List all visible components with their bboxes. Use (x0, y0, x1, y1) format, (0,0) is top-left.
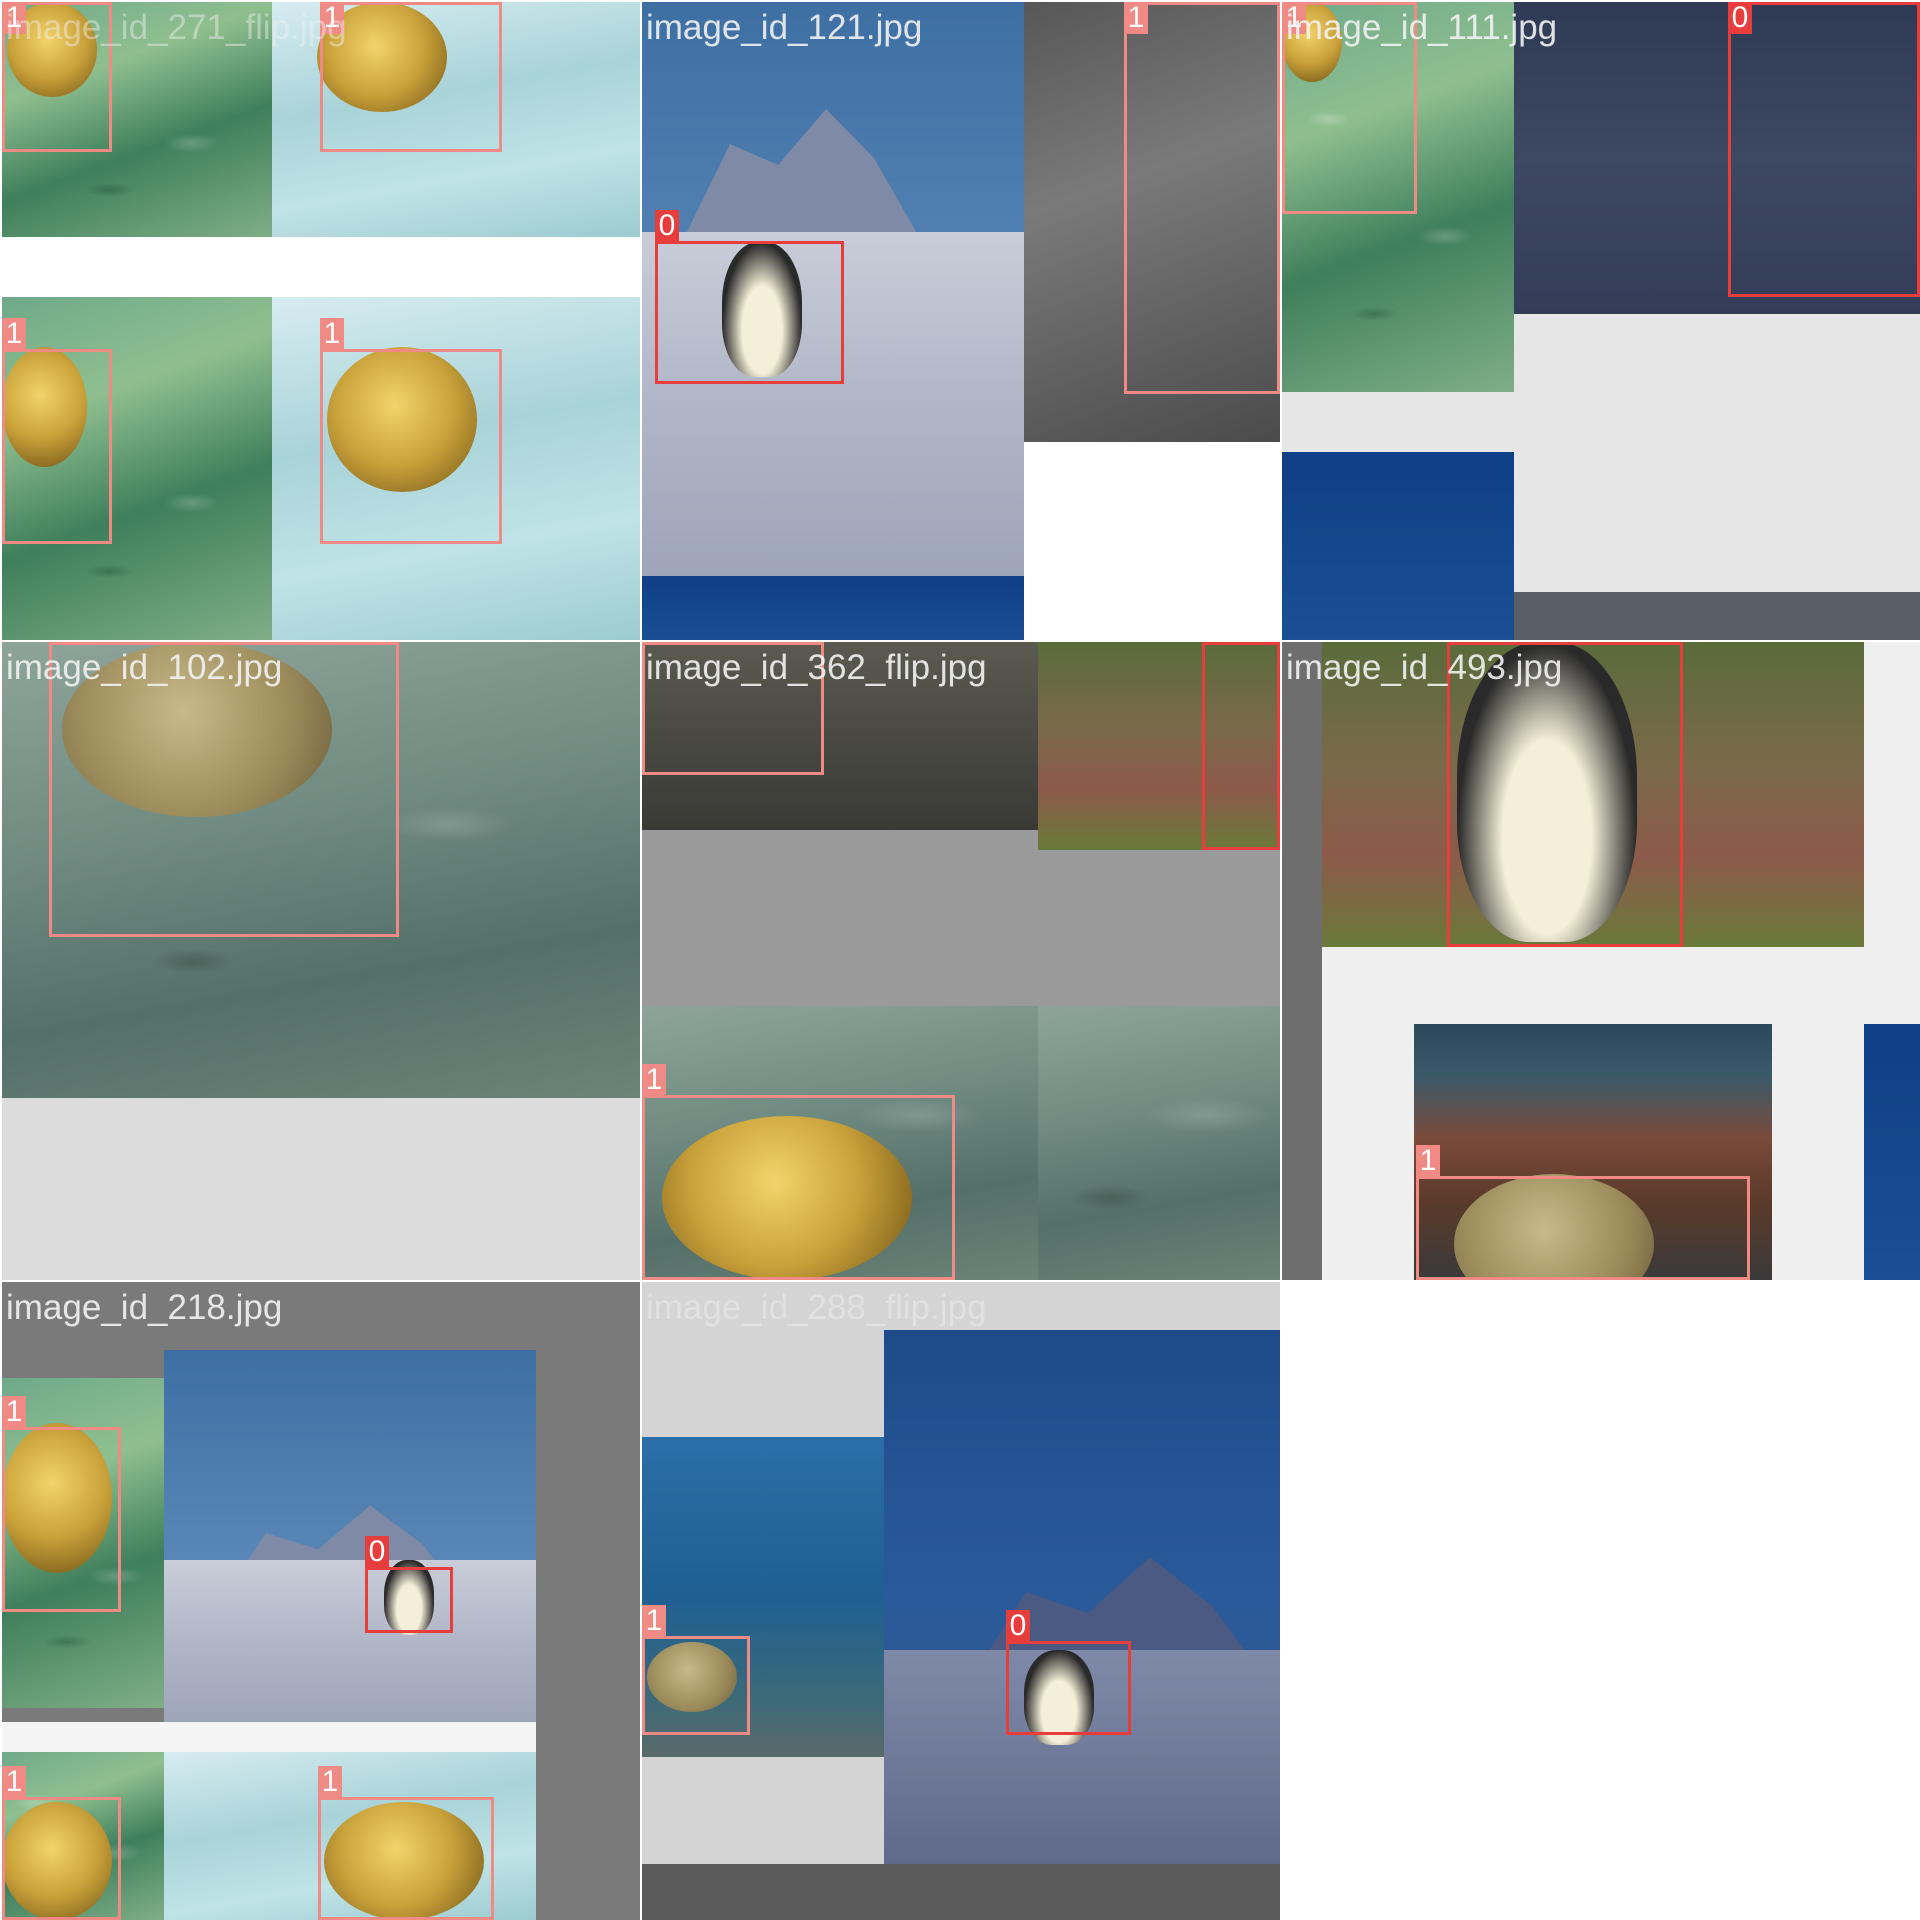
mosaic-tile: image_id_288_flip.jpg 1 0 (642, 1282, 1280, 1920)
class-label: 1 (318, 1766, 342, 1798)
mosaic-tile: image_id_493.jpg 0 1 (1282, 642, 1920, 1280)
grey-strip (1514, 592, 1920, 640)
class-label: 1 (642, 1605, 666, 1637)
mosaic-tile: image_id_121.jpg 0 1 (642, 2, 1280, 640)
bounding-box: 1 (1124, 2, 1280, 394)
class-label: 0 (1728, 2, 1752, 34)
grey-strip (1282, 642, 1322, 1280)
grey-strip (642, 1864, 1280, 1920)
bounding-box: 1 (318, 1766, 494, 1920)
bounding-box: 0 (655, 210, 844, 384)
image-title: image_id_288_flip.jpg (646, 1288, 987, 1327)
class-label: 1 (2, 1766, 26, 1798)
bounding-box: 1 (642, 1064, 955, 1280)
class-label: 0 (1006, 1610, 1030, 1642)
image-title: image_id_362_flip.jpg (646, 648, 987, 687)
mosaic-tile: image_id_218.jpg 1 0 1 1 (2, 1282, 640, 1920)
mosaic-tile: image_id_271_flip.jpg 1 1 1 1 (2, 2, 640, 640)
class-label: 1 (2, 318, 26, 350)
class-label: 0 (655, 210, 679, 242)
class-label: 1 (1416, 1145, 1440, 1177)
image-title: image_id_218.jpg (6, 1288, 283, 1327)
water-photo (1038, 1006, 1280, 1280)
penguin-photo (164, 1350, 536, 1722)
class-label: 1 (1124, 2, 1148, 34)
bounding-box: 0 (1202, 642, 1280, 850)
bounding-box: 1 (320, 318, 502, 544)
class-label: 1 (2, 1396, 26, 1428)
mosaic-tile: image_id_102.jpg 1 (2, 642, 640, 1280)
white-strip (2, 1722, 536, 1752)
image-title: image_id_111.jpg (1286, 8, 1558, 47)
penguin-photo (884, 1330, 1280, 1864)
water-photo (1282, 452, 1514, 640)
mosaic-tile: image_id_111.jpg 1 0 (1282, 2, 1920, 640)
class-label: 1 (642, 1064, 666, 1096)
bounding-box: 1 (2, 318, 112, 544)
image-title: image_id_121.jpg (646, 8, 923, 47)
bounding-box: 1 (2, 1766, 121, 1920)
water-photo (642, 576, 1024, 640)
class-label: 1 (642, 642, 666, 643)
class-label: 0 (1202, 642, 1226, 643)
image-title: image_id_102.jpg (6, 648, 283, 687)
mosaic-tile: image_id_362_flip.jpg 1 0 1 (642, 642, 1280, 1280)
water-photo (1864, 1024, 1920, 1280)
class-label: 0 (365, 1536, 389, 1568)
class-label: 1 (49, 642, 73, 643)
image-title: image_id_493.jpg (1286, 648, 1563, 687)
image-title: image_id_271_flip.jpg (6, 8, 347, 47)
bounding-box: 0 (1006, 1610, 1131, 1735)
class-label: 0 (1447, 642, 1471, 643)
bounding-box: 1 (320, 2, 502, 152)
bounding-box: 1 (2, 1396, 121, 1612)
bounding-box: 0 (365, 1536, 453, 1633)
class-label: 1 (320, 318, 344, 350)
bounding-box: 1 (642, 1605, 750, 1735)
bounding-box: 0 (1728, 2, 1920, 297)
bounding-box: 1 (1416, 1145, 1750, 1280)
